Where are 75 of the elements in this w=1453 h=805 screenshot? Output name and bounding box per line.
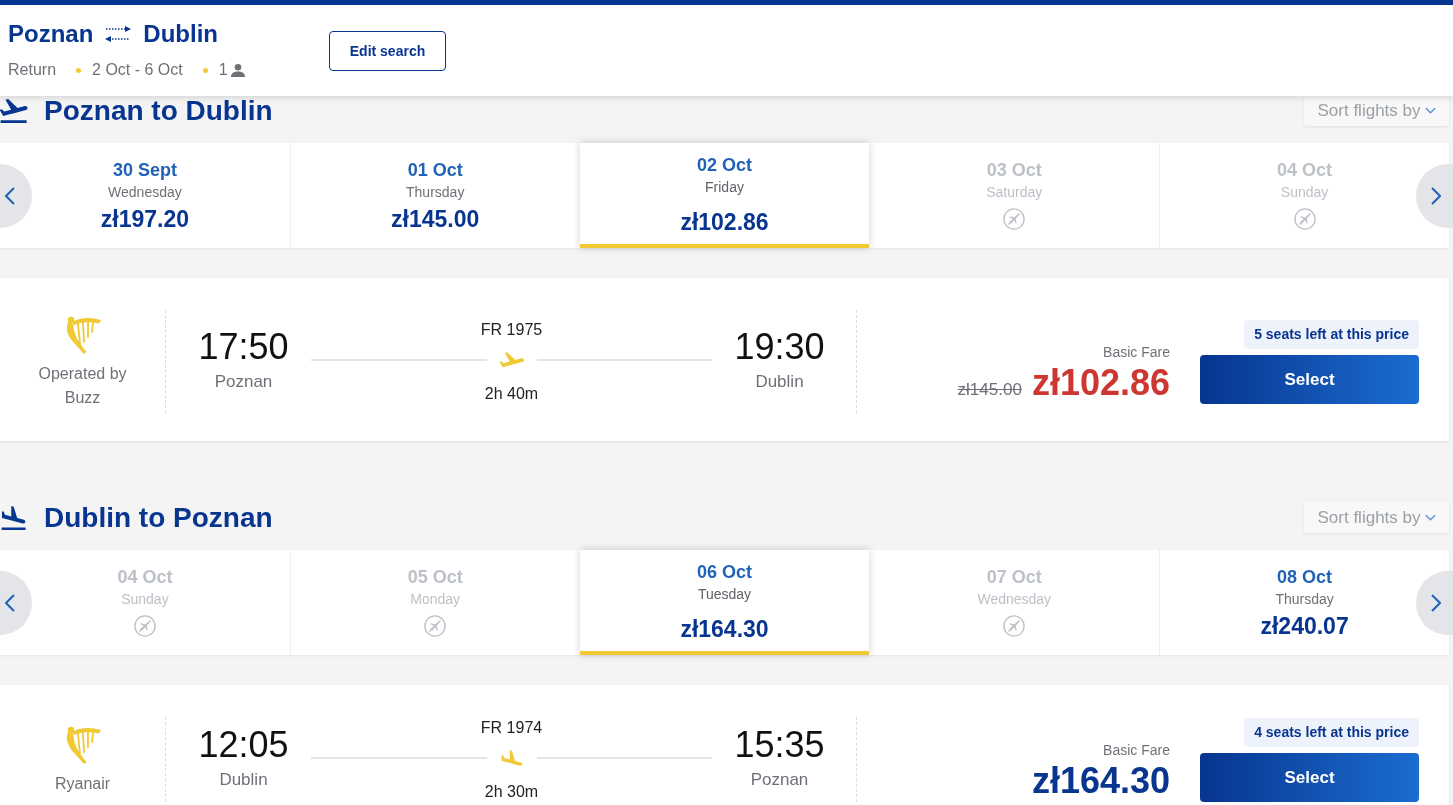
weekday-text: Saturday [986,183,1043,201]
date-price: zł164.30 [680,616,769,642]
date-text: 04 Oct [117,567,173,587]
date-tab[interactable]: 06 Oct Tuesday zł164.30 [579,550,870,655]
weekday-text: Thursday [1275,590,1334,608]
weekday-text: Monday [410,590,461,608]
weekday-text: Friday [705,178,744,196]
trip-type: Return [8,61,57,79]
departure-city: Dublin [219,769,268,791]
date-text: 07 Oct [986,567,1042,587]
passenger-count: 1 [218,61,228,79]
date-tab[interactable]: 02 Oct Friday zł102.86 [579,143,870,248]
date-price: zł145.00 [391,206,480,232]
fare-type-label: Basic Fare [1103,343,1170,362]
fare-price: zł164.30 [1031,760,1170,802]
date-price: zł102.86 [680,209,769,235]
no-flights-icon [1293,208,1316,230]
date-text: 04 Oct [1277,160,1333,180]
departure-time: 12:05 [198,725,289,765]
date-price: zł197.20 [100,206,190,232]
weekday-text: Wednesday [108,183,182,201]
original-price: zł145.00 [957,380,1022,400]
weekday-text: Thursday [406,183,465,201]
date-text: 03 Oct [986,160,1042,180]
no-flights-icon [133,615,156,637]
date-text: 30 Sept [112,160,177,180]
section-title: Poznan to Dublin [44,96,273,125]
arrival-city: Dublin [755,371,804,393]
destination-city: Dublin [143,20,218,48]
date-tab[interactable]: 08 Oct Thursday zł240.07 [1159,550,1416,655]
flight-number: FR 1975 [480,320,543,340]
fare-type-label: Basic Fare [1103,741,1170,760]
weekday-text: Tuesday [697,585,752,603]
flight-duration: 2h 40m [484,384,539,404]
departure-city: Poznan [214,371,273,393]
flight-number: FR 1974 [480,718,543,738]
person-icon [230,63,245,77]
no-flights-icon [1003,208,1026,230]
bullet-dot-icon [202,67,208,73]
date-tab[interactable]: 30 Sept Wednesday zł197.20 [32,143,290,248]
section-title: Dublin to Poznan [44,503,273,532]
weekday-text: Sunday [121,590,169,608]
date-text: 08 Oct [1277,567,1333,587]
fare-price: zł102.86 [1031,362,1170,404]
chevron-left-icon [5,186,15,205]
flight-duration: 2h 30m [484,782,539,802]
weekday-text: Sunday [1280,183,1329,201]
chevron-right-icon [1431,186,1441,205]
operator-text: Ryanair [54,774,111,794]
date-text: 06 Oct [697,562,752,582]
arrival-time: 19:30 [734,327,825,367]
origin-city: Poznan [8,20,94,48]
select-button[interactable]: Select [1200,355,1419,404]
seats-left-badge: 5 seats left at this price [1244,320,1419,349]
no-flights-icon [424,615,447,637]
weekday-text: Wednesday [977,590,1052,608]
chevron-right-icon [1431,593,1441,612]
date-text: 02 Oct [697,155,752,175]
operator-text: Operated by Buzz [37,364,128,408]
select-button[interactable]: Select [1200,753,1419,802]
date-price: zł240.07 [1260,613,1349,639]
chevron-left-icon [5,593,15,612]
chevron-down-icon [1424,514,1436,521]
trip-dates: 2 Oct - 6 Oct [92,61,183,79]
departure-time: 17:50 [198,327,289,367]
date-tab[interactable]: 01 Oct Thursday zł145.00 [289,143,580,248]
arrival-time: 15:35 [734,725,825,765]
no-flights-icon [1003,615,1026,637]
date-text: 05 Oct [407,567,463,587]
seats-left-badge: 4 seats left at this price [1244,718,1419,747]
arrival-city: Poznan [750,769,809,791]
bullet-dot-icon [76,67,82,73]
date-text: 01 Oct [407,160,463,180]
edit-search-button[interactable]: Edit search [329,31,446,71]
chevron-down-icon [1424,107,1436,114]
